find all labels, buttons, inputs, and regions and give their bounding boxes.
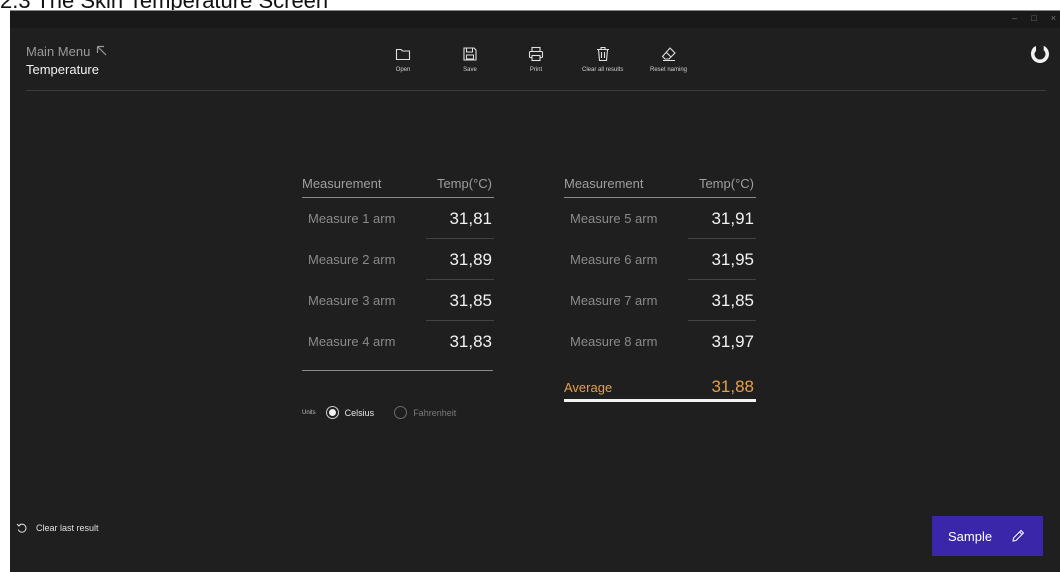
save-button[interactable]: Save — [462, 46, 478, 73]
celsius-label[interactable]: Celsius — [345, 408, 375, 418]
table-row[interactable]: Measure 6 arm 31,95 — [564, 239, 756, 280]
table-bottom-divider — [302, 370, 493, 371]
open-label: Open — [395, 67, 411, 73]
clear-all-results-label: Clear all results — [582, 67, 624, 73]
measurement-name: Measure 4 arm — [308, 334, 396, 349]
reset-naming-label: Reset naming — [650, 67, 688, 73]
brand-logo — [1031, 45, 1049, 63]
toolbar: Open Save Print Clear all results Reset … — [10, 46, 1060, 86]
folder-icon — [395, 48, 411, 61]
print-button[interactable]: Print — [528, 46, 544, 73]
open-button[interactable]: Open — [395, 46, 411, 73]
measurement-value: 31,95 — [688, 239, 756, 280]
title-bar: – □ × — [10, 10, 1060, 28]
average-underline — [564, 399, 756, 402]
trash-icon — [596, 46, 609, 62]
save-label: Save — [463, 67, 477, 73]
header-temp: Temp(°C) — [698, 176, 754, 191]
average-label: Average — [564, 379, 613, 395]
floppy-icon — [463, 47, 477, 61]
table-row[interactable]: Measure 1 arm 31,81 — [302, 198, 494, 239]
measurement-name: Measure 8 arm — [570, 334, 658, 349]
table-header: Measurement Temp(°C) — [302, 176, 494, 198]
average-value: 31,88 — [711, 377, 754, 396]
measurement-value: 31,85 — [688, 280, 756, 321]
measurement-value: 31,89 — [426, 239, 494, 280]
table-header: Measurement Temp(°C) — [564, 176, 756, 198]
app-window: – □ × Main Menu Temperature Open Save Pr… — [10, 10, 1060, 572]
undo-icon — [16, 523, 27, 533]
measurement-value: 31,85 — [426, 280, 494, 321]
table-row[interactable]: Measure 2 arm 31,89 — [302, 239, 494, 280]
printer-icon — [528, 46, 544, 62]
table-row[interactable]: Measure 7 arm 31,85 — [564, 280, 756, 321]
eraser-icon — [661, 47, 676, 62]
sample-label: Sample — [948, 528, 993, 544]
measurement-name: Measure 6 arm — [570, 252, 658, 267]
measurement-name: Measure 3 arm — [308, 293, 396, 308]
measurement-name: Measure 1 arm — [308, 211, 396, 226]
celsius-radio[interactable] — [325, 406, 339, 419]
measurement-name: Measure 5 arm — [570, 211, 658, 226]
measurement-table-left: Measurement Temp(°C) Measure 1 arm 31,81… — [302, 176, 494, 362]
fahrenheit-radio[interactable] — [394, 406, 408, 419]
header-temp: Temp(°C) — [436, 176, 492, 191]
units-label: Units — [302, 409, 316, 416]
print-label: Print — [529, 67, 543, 73]
header-measurement: Measurement — [302, 176, 382, 191]
table-row[interactable]: Measure 3 arm 31,85 — [302, 280, 494, 321]
average-row: Average 31,88 — [564, 372, 756, 402]
units-selector: Units Celsius Fahrenheit — [302, 406, 470, 419]
sample-button[interactable]: Sample — [932, 516, 1043, 556]
measurement-table-right: Measurement Temp(°C) Measure 5 arm 31,91… — [564, 176, 756, 362]
maximize-icon[interactable]: □ — [1031, 13, 1036, 23]
reset-naming-button[interactable]: Reset naming — [650, 46, 687, 73]
measurement-value: 31,83 — [449, 332, 492, 351]
minimize-icon[interactable]: – — [1012, 13, 1017, 23]
measurement-name: Measure 2 arm — [308, 252, 396, 267]
header-divider — [26, 90, 1046, 91]
header-measurement: Measurement — [564, 176, 644, 191]
clear-last-result-label: Clear last result — [36, 523, 99, 533]
fahrenheit-label[interactable]: Fahrenheit — [413, 408, 456, 418]
measurement-value: 31,81 — [426, 198, 494, 239]
measurement-value: 31,97 — [711, 332, 754, 351]
measurement-name: Measure 7 arm — [570, 293, 658, 308]
table-row[interactable]: Measure 4 arm 31,83 — [302, 321, 494, 362]
measurement-value: 31,91 — [688, 198, 756, 239]
table-row[interactable]: Measure 5 arm 31,91 — [564, 198, 756, 239]
clear-all-results-button[interactable]: Clear all results — [582, 46, 623, 73]
clear-last-result-button[interactable]: Clear last result — [16, 522, 99, 534]
pencil-icon — [1012, 529, 1025, 542]
close-icon[interactable]: × — [1051, 13, 1056, 23]
table-row[interactable]: Measure 8 arm 31,97 — [564, 321, 756, 362]
